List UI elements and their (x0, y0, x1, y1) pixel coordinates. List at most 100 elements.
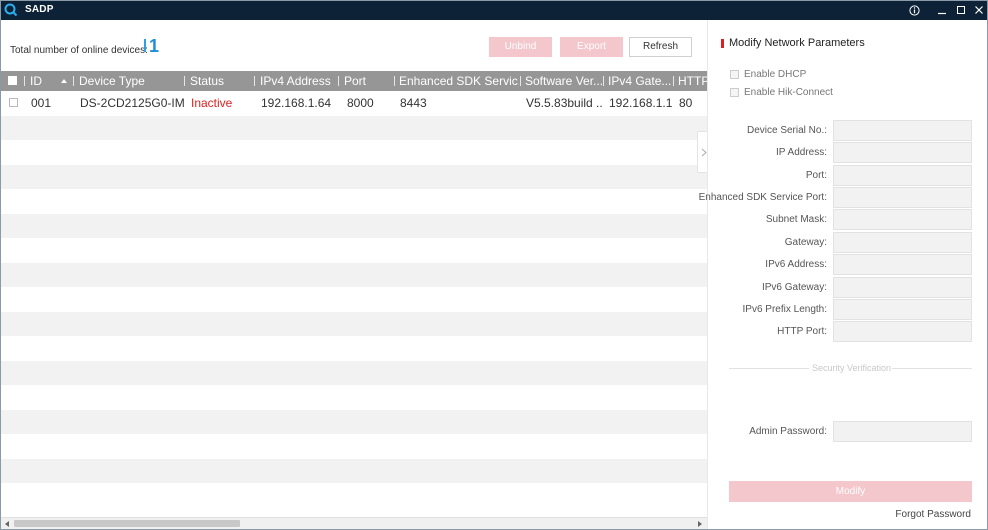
gateway-field: Gateway: (708, 232, 987, 254)
http-port-input[interactable] (833, 321, 972, 342)
online-devices-count: 1 (149, 36, 160, 56)
export-button[interactable]: Export (560, 37, 623, 57)
empty-table-row (1, 164, 707, 189)
modify-button[interactable]: Modify (729, 481, 972, 502)
sadp-window: SADP Total number of online devices: 1 U… (0, 0, 988, 530)
column-separator (24, 76, 25, 86)
sdk-service-port-label: Enhanced SDK Service Port: (698, 192, 827, 203)
sadp-logo-icon (4, 3, 18, 17)
column-header-device-type[interactable]: Device Type (79, 71, 182, 91)
column-header-port[interactable]: Port (344, 71, 392, 91)
security-divider-right (892, 368, 972, 369)
panel-title-accent (721, 39, 724, 48)
cell-port: 8000 (347, 96, 374, 110)
http-port-label: HTTP Port: (777, 326, 827, 337)
row-checkbox[interactable] (9, 98, 18, 107)
cell-status: Inactive (191, 96, 233, 110)
column-separator (520, 76, 521, 86)
column-header-enhanced-sdk-port[interactable]: Enhanced SDK Servic... (399, 71, 519, 91)
ipv6-gateway-input[interactable] (833, 277, 972, 298)
empty-table-row (1, 262, 707, 287)
column-header-http[interactable]: HTTP (678, 71, 707, 91)
horizontal-scrollbar[interactable] (1, 517, 707, 529)
column-header-ipv4-gateway[interactable]: IPv4 Gate... (608, 71, 672, 91)
empty-table-row (1, 458, 707, 483)
cell-id: 001 (31, 96, 52, 110)
cell-sdk-port: 8443 (400, 96, 427, 110)
scroll-right-arrow-icon[interactable] (698, 521, 702, 527)
panel-title: Modify Network Parameters (729, 37, 865, 49)
admin-password-input[interactable] (833, 421, 972, 442)
cell-ipv4-gateway: 192.168.1.1 (609, 96, 673, 110)
scroll-left-arrow-icon[interactable] (5, 521, 9, 527)
forgot-password-link[interactable]: Forgot Password (895, 509, 971, 520)
close-icon (975, 6, 983, 14)
minimize-button[interactable] (935, 3, 949, 17)
sdk-service-port-input[interactable] (833, 187, 972, 208)
ipv6-address-input[interactable] (833, 254, 972, 275)
hik-connect-checkbox-box[interactable] (730, 88, 739, 97)
subnet-mask-field: Subnet Mask: (708, 209, 987, 231)
column-header-id[interactable]: ID (30, 71, 60, 91)
serial-number-input[interactable] (833, 120, 972, 141)
empty-table-row (1, 140, 707, 165)
title-bar: SADP (1, 1, 987, 20)
sort-ascending-icon (61, 79, 67, 83)
empty-table-row (1, 483, 707, 508)
dhcp-checkbox-box[interactable] (730, 70, 739, 79)
column-header-software-version[interactable]: Software Ver... (525, 71, 603, 91)
empty-table-row (1, 189, 707, 214)
column-header-status[interactable]: Status (190, 71, 252, 91)
security-divider-left (729, 368, 809, 369)
enable-dhcp-label: Enable DHCP (744, 69, 807, 80)
gateway-input[interactable] (833, 232, 972, 253)
port-field: Port: (708, 165, 987, 187)
enable-hik-connect-label: Enable Hik-Connect (744, 87, 833, 98)
cell-ipv4-address: 192.168.1.64 (261, 96, 332, 110)
serial-number-field: Device Serial No.: (708, 120, 987, 142)
port-input[interactable] (833, 165, 972, 186)
empty-table-row (1, 115, 707, 140)
empty-table-row (1, 385, 707, 410)
ipv6-prefix-length-input[interactable] (833, 299, 972, 320)
maximize-icon (957, 6, 965, 14)
ip-address-field: IP Address: (708, 142, 987, 164)
table-header: ID Device Type Status IPv4 Address Port … (1, 71, 707, 91)
sdk-service-port-field: Enhanced SDK Service Port: (699, 187, 987, 209)
select-all-checkbox[interactable] (8, 76, 17, 85)
info-icon (908, 4, 920, 16)
ip-address-input[interactable] (833, 142, 972, 163)
ipv6-prefix-length-field: IPv6 Prefix Length: (708, 299, 987, 321)
port-label: Port: (805, 170, 827, 181)
cell-http-port: 80 (679, 96, 693, 110)
table-row[interactable]: 001 DS-2CD2125G0-IMS Inactive 192.168.1.… (1, 91, 707, 116)
column-separator (73, 76, 74, 86)
serial-number-label: Device Serial No.: (746, 125, 827, 136)
column-separator (338, 76, 339, 86)
maximize-button[interactable] (954, 3, 968, 17)
column-separator (603, 76, 604, 86)
column-separator (254, 76, 255, 86)
scrollbar-thumb[interactable] (14, 520, 240, 527)
chevron-right-icon (701, 148, 707, 156)
column-separator (673, 76, 674, 86)
close-button[interactable] (972, 3, 986, 17)
empty-table-row (1, 213, 707, 238)
column-header-ipv4-address[interactable]: IPv4 Address (260, 71, 336, 91)
online-devices-label: Total number of online devices: (10, 45, 148, 56)
security-verification-label: Security Verification (812, 363, 892, 373)
cell-software-version: V5.5.83build ... (526, 96, 603, 110)
empty-table-row (1, 409, 707, 434)
empty-table-row (1, 287, 707, 312)
unbind-button[interactable]: Unbind (489, 37, 552, 57)
cell-device-type: DS-2CD2125G0-IMS (80, 96, 184, 110)
empty-table-row (1, 238, 707, 263)
gateway-label: Gateway: (784, 237, 827, 248)
refresh-button[interactable]: Refresh (629, 37, 692, 57)
empty-table-row (1, 336, 707, 361)
count-separator (144, 39, 146, 52)
subnet-mask-input[interactable] (833, 209, 972, 230)
ip-address-label: IP Address: (776, 147, 827, 158)
device-table-body: 001 DS-2CD2125G0-IMS Inactive 192.168.1.… (1, 91, 707, 517)
info-button[interactable] (907, 3, 921, 17)
